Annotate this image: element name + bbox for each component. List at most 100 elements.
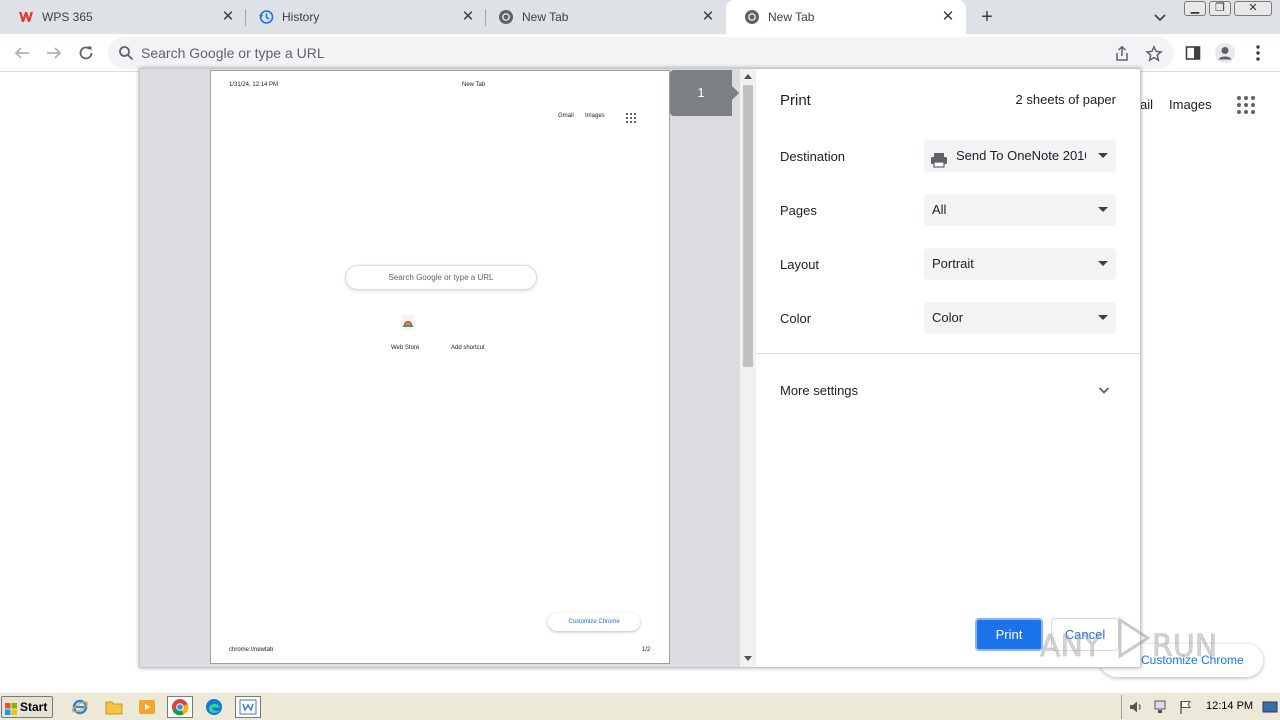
tab-newtab-active[interactable]: New Tab ✕	[726, 0, 966, 34]
preview-footer-url: chrome://newtab	[229, 647, 274, 653]
more-menu-icon[interactable]	[1247, 42, 1269, 64]
taskbar: Start 12:14 PM	[0, 692, 1280, 720]
tab-title: History	[282, 10, 320, 24]
pages-value: All	[932, 202, 947, 217]
omnibox-placeholder: Search Google or type a URL	[141, 45, 325, 61]
flag-icon[interactable]	[1178, 699, 1194, 720]
destination-value: Send To OneNote 2010	[956, 148, 1086, 163]
taskbar-clock: 12:14 PM	[1206, 700, 1254, 712]
pages-label: Pages	[780, 203, 817, 218]
svg-text:ANY: ANY	[1040, 629, 1102, 664]
more-settings-toggle[interactable]: More settings	[780, 383, 858, 398]
dropdown-arrow-icon	[1098, 153, 1108, 158]
start-label: Start	[20, 700, 48, 714]
color-select[interactable]: Color	[924, 302, 1116, 334]
destination-select[interactable]: Send To OneNote 2010	[924, 140, 1116, 172]
back-arrow-icon[interactable]	[11, 42, 33, 64]
minimize-button[interactable]: ▁	[1184, 1, 1206, 16]
bookmark-star-icon[interactable]	[1145, 45, 1163, 63]
show-desktop-icon[interactable]	[1262, 699, 1278, 720]
history-icon	[258, 9, 274, 25]
print-preview-area: 1/31/24, 12:14 PM New Tab Gmail Images S…	[140, 69, 756, 667]
new-tab-button[interactable]: +	[976, 6, 998, 28]
web-store-icon	[401, 315, 415, 329]
preview-add-shortcut-label: Add shortcut	[451, 345, 485, 351]
preview-header-title: New Tab	[462, 82, 486, 88]
print-button[interactable]: Print	[975, 618, 1043, 651]
omnibox[interactable]: Search Google or type a URL	[108, 37, 1174, 69]
restore-button[interactable]: ❐	[1209, 1, 1231, 16]
preview-webstore-label: Web Store	[391, 345, 420, 351]
wps-taskbar-icon[interactable]	[235, 696, 261, 718]
preview-images-link: Images	[585, 113, 605, 119]
close-window-button[interactable]: ✕	[1234, 1, 1272, 16]
print-dialog: 1/31/24, 12:14 PM New Tab Gmail Images S…	[139, 68, 1141, 668]
network-icon[interactable]	[1152, 699, 1168, 720]
chevron-down-icon[interactable]	[1152, 9, 1168, 25]
preview-gmail-link: Gmail	[558, 113, 574, 119]
tab-history[interactable]: History ✕	[240, 0, 486, 34]
tab-wps[interactable]: WPS 365 ✕	[0, 0, 246, 34]
scroll-thumb[interactable]	[743, 85, 753, 367]
scroll-down-arrow-icon[interactable]	[744, 656, 752, 661]
close-icon[interactable]: ✕	[460, 9, 476, 25]
apps-grid-icon[interactable]	[1237, 96, 1255, 114]
close-icon[interactable]: ✕	[220, 9, 236, 25]
edge-icon[interactable]	[201, 696, 227, 718]
profile-avatar-icon[interactable]	[1214, 42, 1236, 64]
forward-arrow-icon[interactable]	[43, 42, 65, 64]
reload-icon[interactable]	[75, 42, 97, 64]
speaker-icon[interactable]	[1128, 699, 1144, 720]
svg-text:RUN: RUN	[1152, 629, 1217, 664]
images-link[interactable]: Images	[1169, 97, 1212, 112]
chrome-icon	[744, 9, 760, 25]
layout-value: Portrait	[932, 256, 974, 271]
tab-strip: WPS 365 ✕ History ✕ New Tab ✕ New Tab ✕ …	[0, 0, 1280, 34]
layout-select[interactable]: Portrait	[924, 248, 1116, 280]
print-settings-panel: Print 2 sheets of paper Destination Send…	[756, 69, 1140, 667]
color-label: Color	[780, 311, 812, 326]
destination-label: Destination	[780, 149, 846, 164]
wps-icon	[18, 9, 34, 25]
system-tray	[1121, 695, 1279, 719]
chevron-down-icon[interactable]	[1095, 381, 1113, 404]
chrome-taskbar-icon[interactable]	[167, 696, 193, 718]
media-player-icon[interactable]	[134, 696, 160, 718]
share-icon[interactable]	[1113, 45, 1131, 63]
start-button[interactable]: Start	[1, 696, 53, 718]
preview-apps-icon	[626, 113, 636, 123]
scroll-up-arrow-icon[interactable]	[744, 74, 752, 79]
dropdown-arrow-icon	[1098, 261, 1108, 266]
dropdown-arrow-icon	[1098, 315, 1108, 320]
windows-logo-icon	[5, 701, 17, 715]
anyrun-watermark-logo: ANY RUN	[1040, 612, 1240, 664]
side-panel-icon[interactable]	[1182, 42, 1204, 64]
printer-icon	[930, 148, 948, 172]
preview-customize-button: Customize Chrome	[548, 613, 640, 631]
layout-label: Layout	[780, 257, 820, 272]
preview-header-date: 1/31/24, 12:14 PM	[229, 82, 279, 88]
file-explorer-icon[interactable]	[101, 696, 127, 718]
browser-toolbar: Search Google or type a URL	[0, 34, 1280, 72]
settings-divider	[756, 353, 1140, 354]
gmail-link[interactable]: ail	[1140, 97, 1153, 112]
preview-page: 1/31/24, 12:14 PM New Tab Gmail Images S…	[210, 70, 670, 664]
close-icon[interactable]: ✕	[700, 9, 716, 25]
internet-explorer-icon[interactable]	[67, 696, 93, 718]
color-value: Color	[932, 310, 964, 325]
tab-newtab[interactable]: New Tab ✕	[480, 0, 726, 34]
print-title: Print	[780, 92, 811, 109]
dropdown-arrow-icon	[1098, 207, 1108, 212]
preview-search-box: Search Google or type a URL	[345, 265, 537, 290]
sheet-count: 2 sheets of paper	[1015, 92, 1116, 107]
close-icon[interactable]: ✕	[940, 9, 956, 25]
chrome-icon	[498, 9, 514, 25]
search-icon	[118, 45, 134, 66]
page-number-badge: 1	[670, 70, 739, 116]
pages-select[interactable]: All	[924, 194, 1116, 226]
tab-title: WPS 365	[42, 10, 93, 24]
preview-footer-page: 1/2	[642, 647, 651, 653]
tab-title: New Tab	[768, 10, 815, 24]
tab-title: New Tab	[522, 10, 569, 24]
preview-scrollbar[interactable]	[740, 69, 756, 667]
